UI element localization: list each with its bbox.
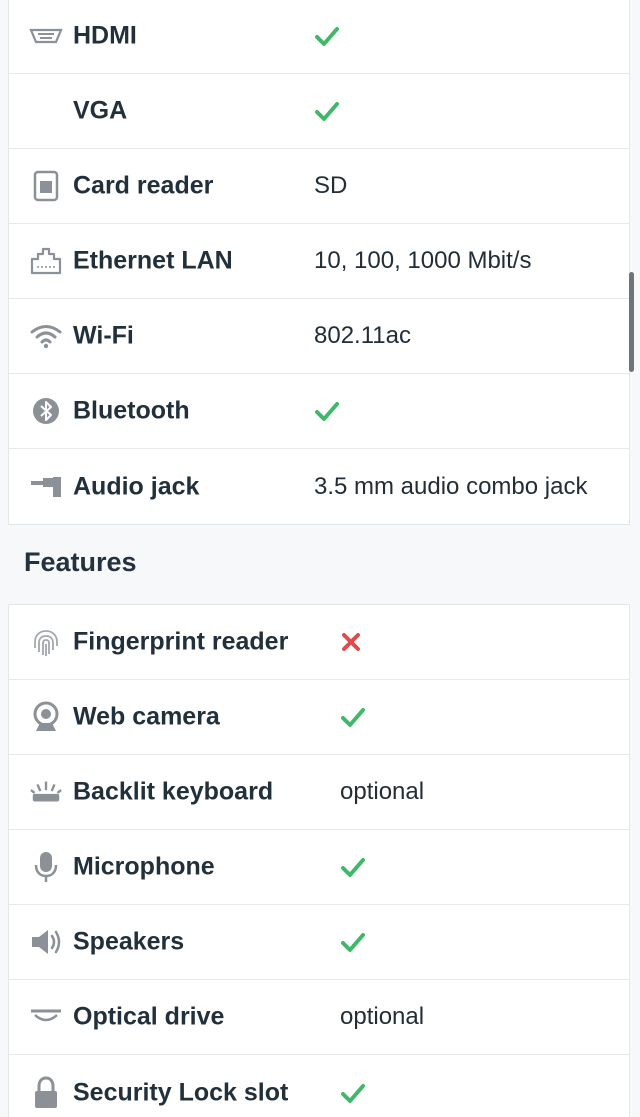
spec-value: optional [340,1003,425,1030]
check-icon [340,856,366,878]
spec-row-vga: VGA [9,74,629,149]
optical-drive-icon [29,1000,63,1034]
check-icon [340,1082,366,1104]
check-icon [340,931,366,953]
scrollbar-thumb[interactable] [629,272,634,372]
spec-label: Speakers [73,927,185,956]
spec-row-hdmi: HDMI [9,0,629,74]
connectivity-table: HDMI VGA Card reader SD Ethernet LAN 10,… [8,0,630,525]
check-icon [314,100,340,122]
spec-row-audio-jack: Audio jack 3.5 mm audio combo jack [9,449,629,524]
spec-row-wifi: Wi-Fi 802.11ac [9,299,629,374]
hdmi-icon [29,19,63,53]
features-table: Fingerprint reader Web camera Backlit ke… [8,604,630,1117]
spec-value: 3.5 mm audio combo jack [314,472,588,500]
spec-row-backlit-keyboard: Backlit keyboard optional [9,755,629,830]
ethernet-icon [29,244,63,278]
spec-row-optical-drive: Optical drive optional [9,980,629,1055]
backlit-keyboard-icon [29,775,63,809]
spec-page: HDMI VGA Card reader SD Ethernet LAN 10,… [0,0,640,1117]
check-icon [340,706,366,728]
spec-label: Wi-Fi [73,321,134,350]
spec-row-speakers: Speakers [9,905,629,980]
spec-label: Fingerprint reader [73,627,289,656]
microphone-icon [29,850,63,884]
fingerprint-icon [29,625,63,659]
spec-row-fingerprint: Fingerprint reader [9,605,629,680]
bluetooth-icon [29,394,63,428]
webcam-icon [29,700,63,734]
spec-label: VGA [73,96,128,125]
spec-label: Web camera [73,702,220,731]
spec-value: 10, 100, 1000 Mbit/s [314,247,532,274]
cross-icon [340,631,362,653]
spec-label: Audio jack [73,472,200,500]
spec-label: HDMI [73,21,137,50]
check-icon [314,400,340,422]
spec-label: Security Lock slot [73,1078,289,1106]
spec-label: Optical drive [73,1002,225,1031]
spec-label: Bluetooth [73,396,190,425]
spec-row-security-lock: Security Lock slot [9,1055,629,1117]
section-heading-features: Features [24,547,137,577]
spec-row-card-reader: Card reader SD [9,149,629,224]
audio-jack-icon [29,470,63,504]
wifi-icon [29,319,63,353]
spec-value: optional [340,778,425,805]
spec-row-ethernet: Ethernet LAN 10, 100, 1000 Mbit/s [9,224,629,299]
spec-label: Backlit keyboard [73,777,274,806]
spec-value: 802.11ac [314,322,411,349]
speaker-icon [29,925,63,959]
spec-label: Card reader [73,171,214,200]
spec-label: Ethernet LAN [73,246,233,275]
spec-row-web-camera: Web camera [9,680,629,755]
lock-icon [29,1075,63,1110]
check-icon [314,25,340,47]
spec-row-bluetooth: Bluetooth [9,374,629,449]
sd-card-icon [29,169,63,203]
spec-label: Microphone [73,852,215,881]
spec-row-microphone: Microphone [9,830,629,905]
spec-value: SD [314,172,348,199]
